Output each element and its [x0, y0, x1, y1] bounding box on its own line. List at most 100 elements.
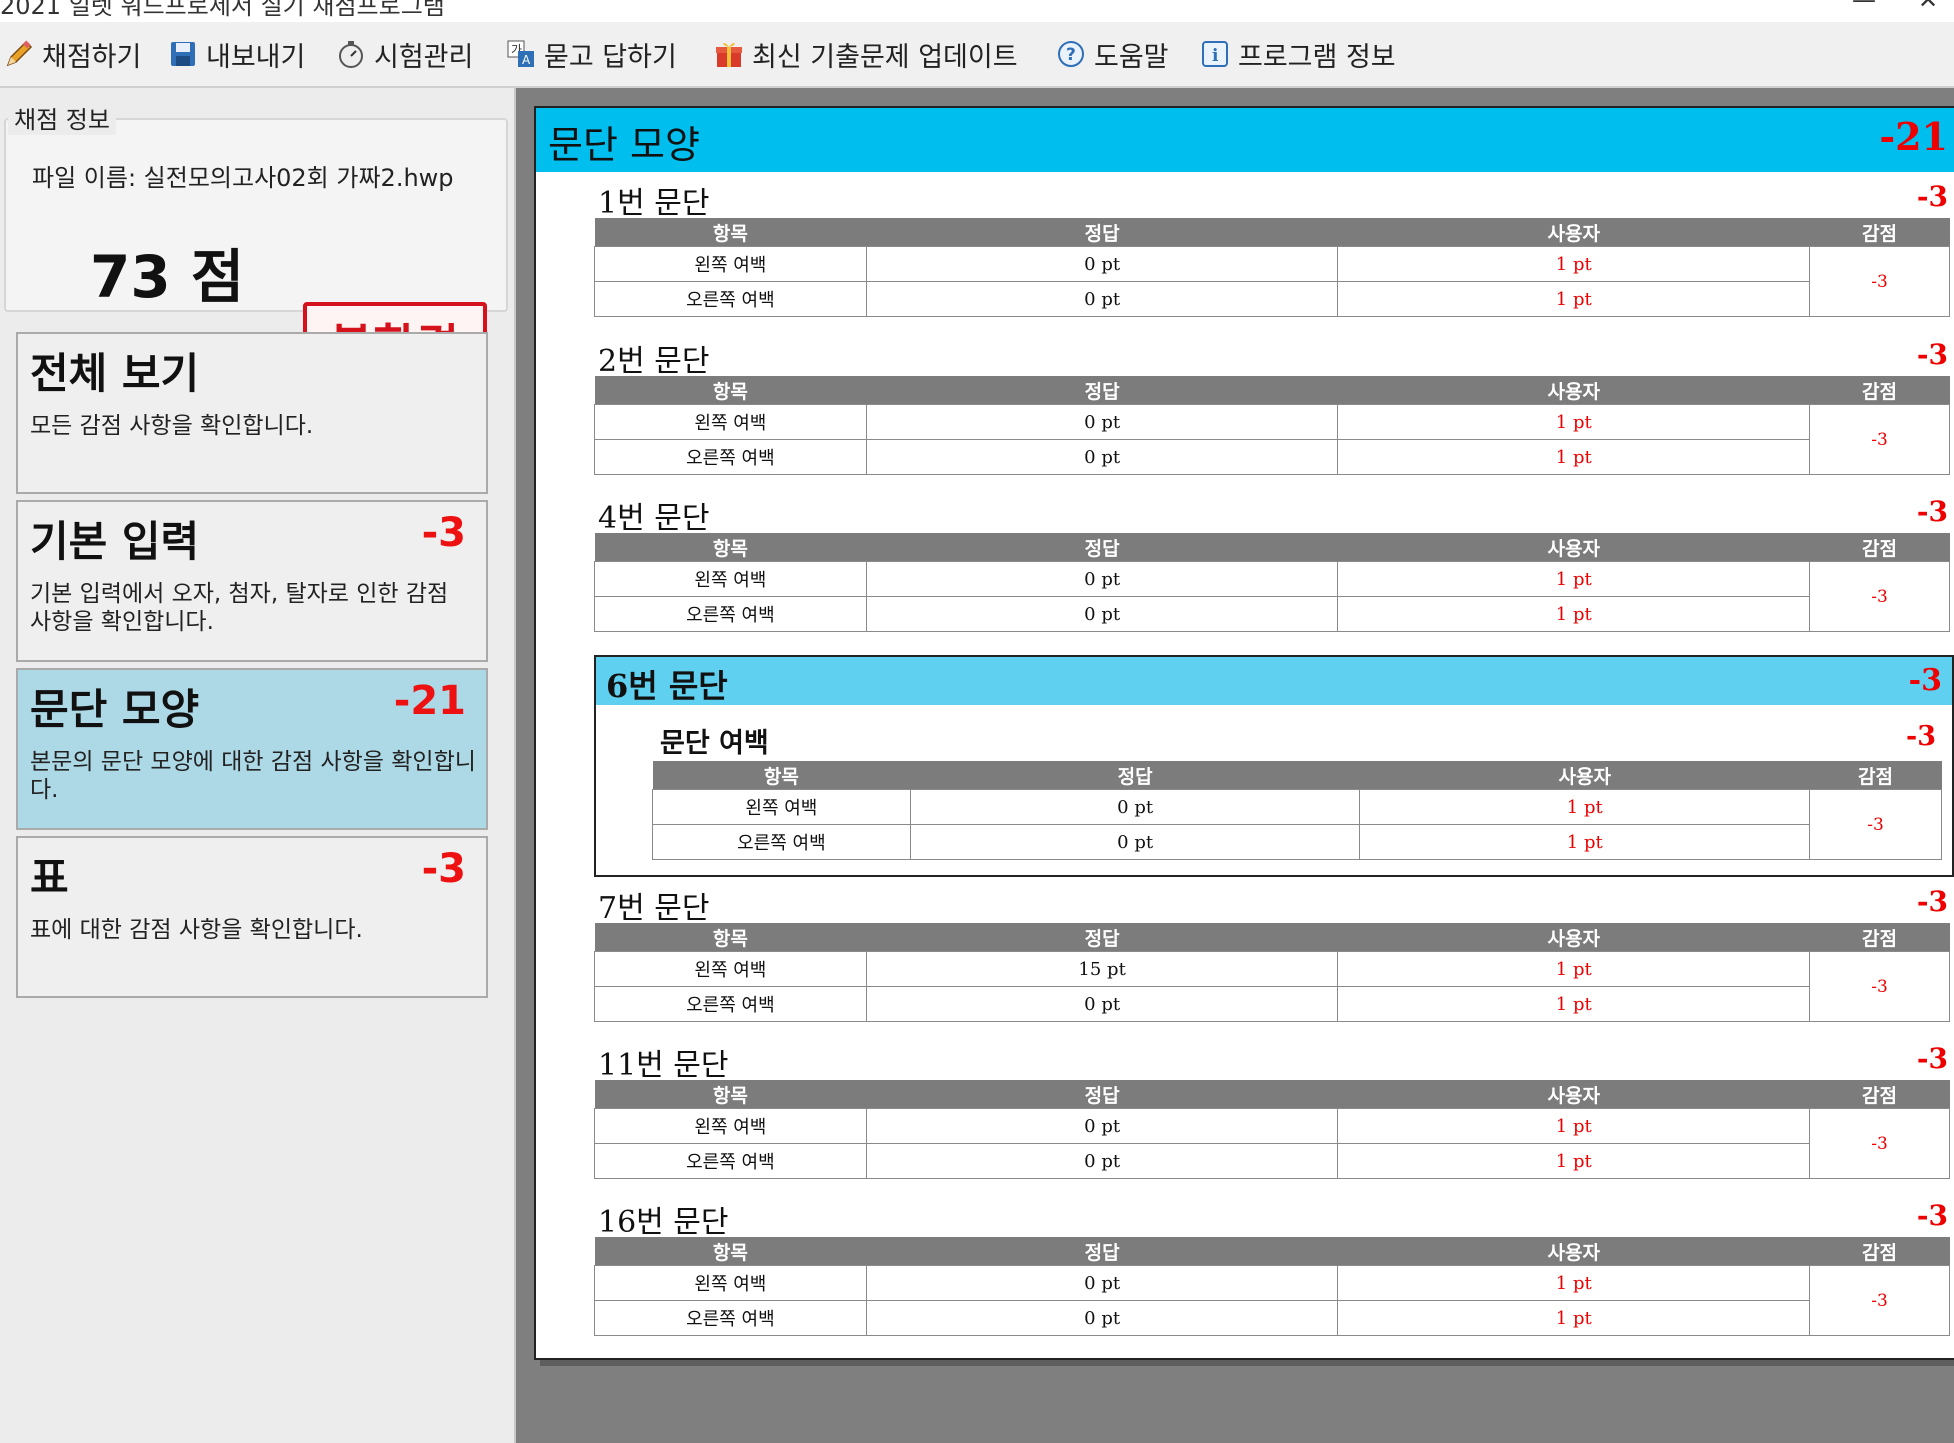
category-card-basic-input[interactable]: 기본 입력 -3 기본 입력에서 오자, 첨자, 탈자로 인한 감점 사항을 확…	[16, 500, 488, 662]
item-cell: 오른쪽 여백	[594, 1143, 867, 1179]
answer-cell: 0 pt	[865, 439, 1339, 475]
column-header: 사용자	[1337, 923, 1810, 952]
file-name: 파일 이름: 실전모의고사02회 가짜2.hwp	[32, 164, 454, 192]
highlighted-section-header: 6번 문단 -3	[596, 657, 1952, 705]
category-card-table[interactable]: 표 -3 표에 대한 감점 사항을 확인합니다.	[16, 836, 488, 998]
deduction-table: 항목 정답 사용자 감점 왼쪽 여백 0 pt 1 pt -3 오른쪽 여백 0 pt 1 pt	[594, 533, 1950, 632]
deduction-cell: -3	[1809, 1265, 1950, 1336]
section-title: 6번 문단	[606, 667, 728, 705]
deduction-cell: -3	[1809, 561, 1950, 632]
export-button[interactable]: 내보내기	[168, 34, 305, 74]
category-deduction: -3	[421, 510, 466, 556]
deduction-table: 항목 정답 사용자 감점 왼쪽 여백 0 pt 1 pt -3 오른쪽 여백 0 pt 1 pt	[594, 218, 1950, 317]
section-title: 7번 문단	[598, 891, 710, 926]
help-button[interactable]: ? 도움말	[1056, 34, 1169, 74]
answer-cell: 0 pt	[865, 1300, 1339, 1336]
user-cell: 1 pt	[1337, 1108, 1811, 1144]
section-deduction: -3	[1916, 885, 1948, 918]
table-row: 오른쪽 여백 0 pt 1 pt	[594, 281, 1950, 317]
answer-cell: 0 pt	[865, 1108, 1339, 1144]
minimize-button[interactable]: —	[1852, 0, 1876, 14]
column-header: 정답	[910, 761, 1360, 790]
table-row: 오른쪽 여백 0 pt 1 pt	[652, 824, 1942, 860]
category-description: 본문의 문단 모양에 대한 감점 사항을 확인합니다.	[30, 749, 476, 803]
answer-cell: 0 pt	[865, 246, 1339, 282]
qna-label: 묻고 답하기	[544, 41, 677, 73]
category-description: 모든 감점 사항을 확인합니다.	[30, 413, 314, 439]
category-deduction: -21	[393, 678, 466, 724]
column-header: 감점	[1809, 376, 1950, 405]
category-title: 전체 보기	[30, 349, 200, 398]
column-header: 감점	[1809, 1080, 1950, 1109]
category-card-all[interactable]: 전체 보기 모든 감점 사항을 확인합니다.	[16, 332, 488, 494]
category-title: 문단 모양	[30, 685, 200, 734]
column-header: 감점	[1809, 761, 1942, 790]
about-button[interactable]: i 프로그램 정보	[1200, 34, 1396, 74]
section-title: 4번 문단	[598, 501, 710, 536]
column-header: 정답	[866, 923, 1338, 952]
exam-manage-button[interactable]: 시험관리	[336, 34, 473, 74]
table-row: 왼쪽 여백 0 pt 1 pt -3	[594, 1265, 1950, 1336]
title-bar: 2021 일렛 워드프로세서 실기 채점프로그램 — ✕	[0, 0, 1954, 22]
user-cell: 1 pt	[1337, 986, 1811, 1022]
item-cell: 왼쪽 여백	[594, 561, 867, 597]
column-header: 감점	[1809, 533, 1950, 562]
column-header: 사용자	[1337, 218, 1810, 247]
table-row: 왼쪽 여백 0 pt 1 pt -3	[594, 246, 1950, 317]
report-title: 문단 모양	[548, 123, 700, 167]
column-header: 항목	[594, 1080, 867, 1109]
table-row: 왼쪽 여백 15 pt 1 pt -3	[594, 951, 1950, 1022]
column-header: 사용자	[1337, 1080, 1810, 1109]
grade-button[interactable]: 채점하기	[4, 34, 141, 74]
table-row: 오른쪽 여백 0 pt 1 pt	[594, 986, 1950, 1022]
answer-cell: 0 pt	[865, 1265, 1339, 1301]
column-header: 사용자	[1337, 1237, 1810, 1266]
column-header: 정답	[866, 1080, 1338, 1109]
user-cell: 1 pt	[1337, 281, 1811, 317]
category-title: 표	[30, 853, 69, 902]
deduction-table: 항목 정답 사용자 감점 왼쪽 여백 15 pt 1 pt -3 오른쪽 여백 0 pt 1 pt	[594, 923, 1950, 1022]
subsection-deduction: -3	[1906, 721, 1936, 752]
column-header: 사용자	[1337, 533, 1810, 562]
pencil-icon	[4, 39, 34, 69]
update-button[interactable]: 최신 기출문제 업데이트	[714, 34, 1018, 74]
score-info-group: 파일 이름: 실전모의고사02회 가짜2.hwp 73 점	[4, 118, 508, 312]
deduction-table: 항목 정답 사용자 감점 왼쪽 여백 0 pt 1 pt -3 오른쪽 여백 0 pt 1 pt	[594, 1080, 1950, 1179]
deduction-table: 항목 정답 사용자 감점 왼쪽 여백 0 pt 1 pt -3 오른쪽 여백 0 pt 1 pt	[594, 1237, 1950, 1336]
category-description: 표에 대한 감점 사항을 확인합니다.	[30, 917, 363, 943]
report-panel[interactable]: 문단 모양 -21 6번 문단 -3 문단 여백 -3 항목 정답 사용자 감점 왼쪽 …	[516, 88, 1954, 1443]
report-deduction: -21	[1879, 114, 1948, 159]
section-deduction: -3	[1916, 338, 1948, 371]
column-header: 정답	[866, 533, 1338, 562]
highlighted-section: 6번 문단 -3 문단 여백 -3 항목 정답 사용자 감점 왼쪽 여백 0 pt 1 pt…	[594, 655, 1954, 877]
toolbar: 채점하기 내보내기 시험관리 가A 묻고 답하기 최신 기출문제 업데이트 ? …	[0, 22, 1954, 88]
user-cell: 1 pt	[1337, 404, 1811, 440]
column-header: 정답	[866, 218, 1338, 247]
category-card-paragraph[interactable]: 문단 모양 -21 본문의 문단 모양에 대한 감점 사항을 확인합니다.	[16, 668, 488, 830]
section-title: 1번 문단	[598, 186, 710, 221]
stopwatch-icon	[336, 39, 366, 69]
answer-cell: 0 pt	[865, 404, 1339, 440]
table-header-row: 항목 정답 사용자 감점	[594, 923, 1950, 952]
item-cell: 오른쪽 여백	[594, 1300, 867, 1336]
answer-cell: 0 pt	[865, 561, 1339, 597]
column-header: 감점	[1809, 923, 1950, 952]
svg-text:?: ?	[1066, 45, 1076, 65]
report-header: 문단 모양 -21	[536, 108, 1954, 172]
table-row: 오른쪽 여백 0 pt 1 pt	[594, 1300, 1950, 1336]
answer-cell: 0 pt	[865, 596, 1339, 632]
section-deduction: -3	[1916, 1199, 1948, 1232]
category-description: 기본 입력에서 오자, 첨자, 탈자로 인한 감점 사항을 확인합니다.	[30, 581, 449, 635]
column-header: 감점	[1809, 1237, 1950, 1266]
table-header-row: 항목 정답 사용자 감점	[594, 1237, 1950, 1266]
deduction-table: 항목 정답 사용자 감점 왼쪽 여백 0 pt 1 pt -3 오른쪽 여백 0 pt 1 pt	[594, 376, 1950, 475]
table-row: 오른쪽 여백 0 pt 1 pt	[594, 439, 1950, 475]
item-cell: 왼쪽 여백	[594, 1108, 867, 1144]
section-deduction: -3	[1916, 180, 1948, 213]
column-header: 사용자	[1337, 376, 1810, 405]
table-header-row: 항목 정답 사용자 감점	[652, 761, 1942, 790]
item-cell: 오른쪽 여백	[594, 439, 867, 475]
close-button[interactable]: ✕	[1918, 0, 1938, 14]
qna-button[interactable]: 가A 묻고 답하기	[506, 34, 677, 74]
deduction-table: 항목 정답 사용자 감점 왼쪽 여백 0 pt 1 pt -3 오른쪽 여백 0 pt 1 pt	[652, 761, 1942, 860]
